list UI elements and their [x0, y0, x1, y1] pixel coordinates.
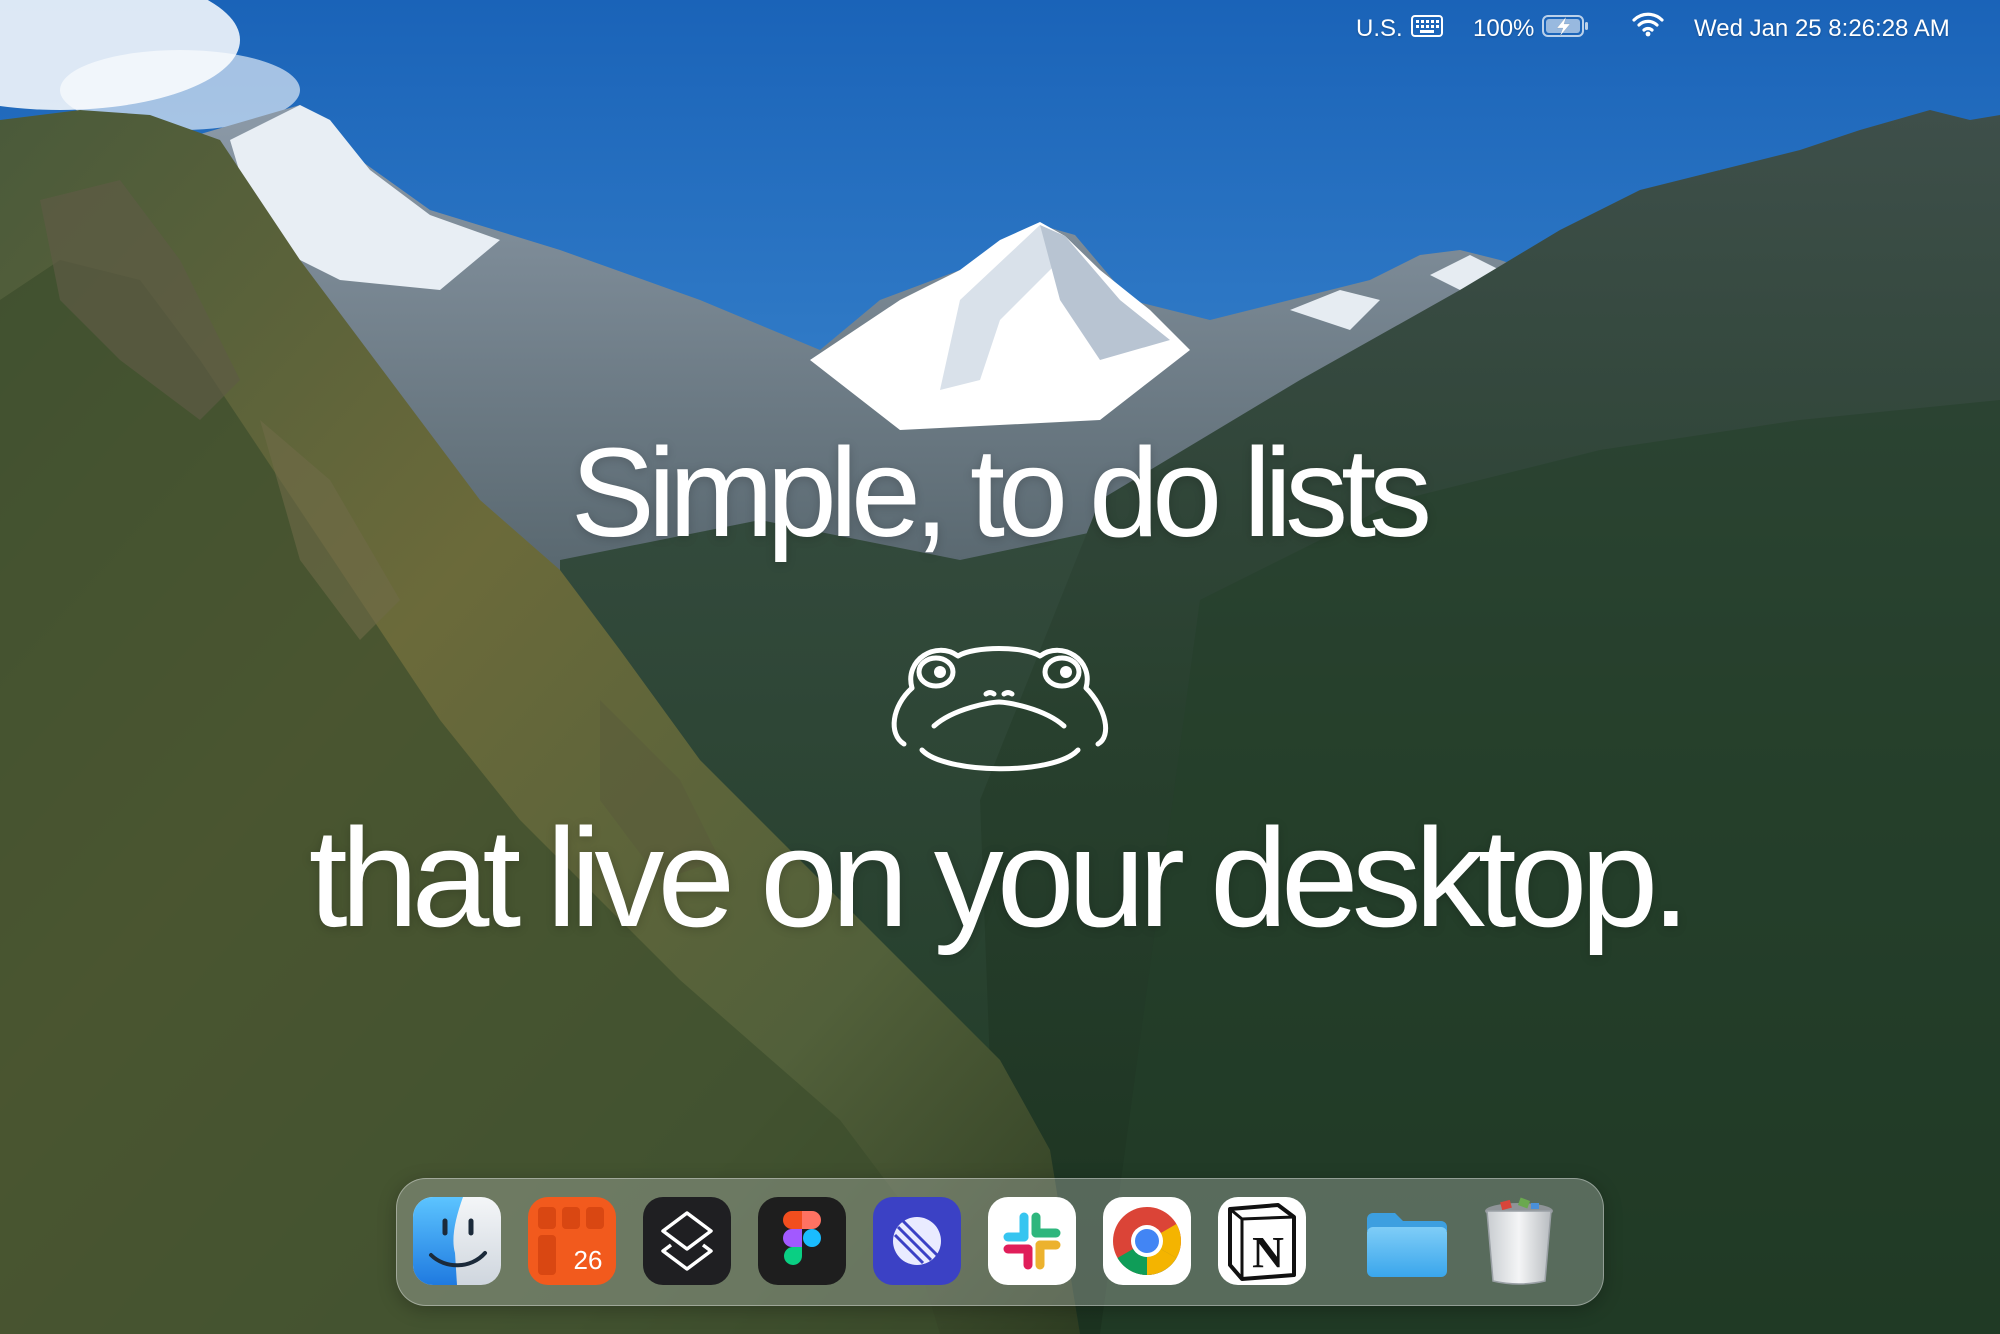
keyboard-icon: [1410, 14, 1443, 44]
frog-face-icon: [891, 646, 1109, 772]
headline-line-2: that live on your desktop.: [308, 799, 1690, 956]
calendar-date-badge: 26: [574, 1245, 603, 1275]
linear-icon[interactable]: [871, 1195, 963, 1287]
fantastical-calendar-icon[interactable]: 26: [526, 1195, 618, 1287]
figma-icon[interactable]: [756, 1195, 848, 1287]
stack-layers-icon[interactable]: [641, 1195, 733, 1287]
chrome-icon[interactable]: [1101, 1195, 1193, 1287]
trash-icon[interactable]: [1473, 1195, 1565, 1287]
wifi-menu[interactable]: [1632, 12, 1664, 42]
input-source-menu[interactable]: U.S.: [1356, 14, 1443, 44]
input-source-label: U.S.: [1356, 15, 1403, 42]
dock: 26 N: [396, 1178, 1604, 1306]
finder-icon[interactable]: [411, 1195, 503, 1287]
menubar-clock[interactable]: Wed Jan 25 8:26:28 AM: [1694, 14, 1950, 44]
battery-percent: 100%: [1473, 15, 1535, 42]
folder-icon[interactable]: [1361, 1195, 1453, 1287]
notion-icon[interactable]: N: [1216, 1195, 1308, 1287]
battery-status[interactable]: 100%: [1473, 14, 1590, 44]
notion-letter: N: [1252, 1228, 1284, 1277]
slack-icon[interactable]: [986, 1195, 1078, 1287]
wifi-icon: [1632, 10, 1664, 45]
headline-line-1: Simple, to do lists: [570, 422, 1432, 563]
menu-bar: U.S. 100% Wed Jan 25 8:26:28 AM: [0, 0, 2000, 58]
battery-charging-icon: [1542, 14, 1590, 45]
